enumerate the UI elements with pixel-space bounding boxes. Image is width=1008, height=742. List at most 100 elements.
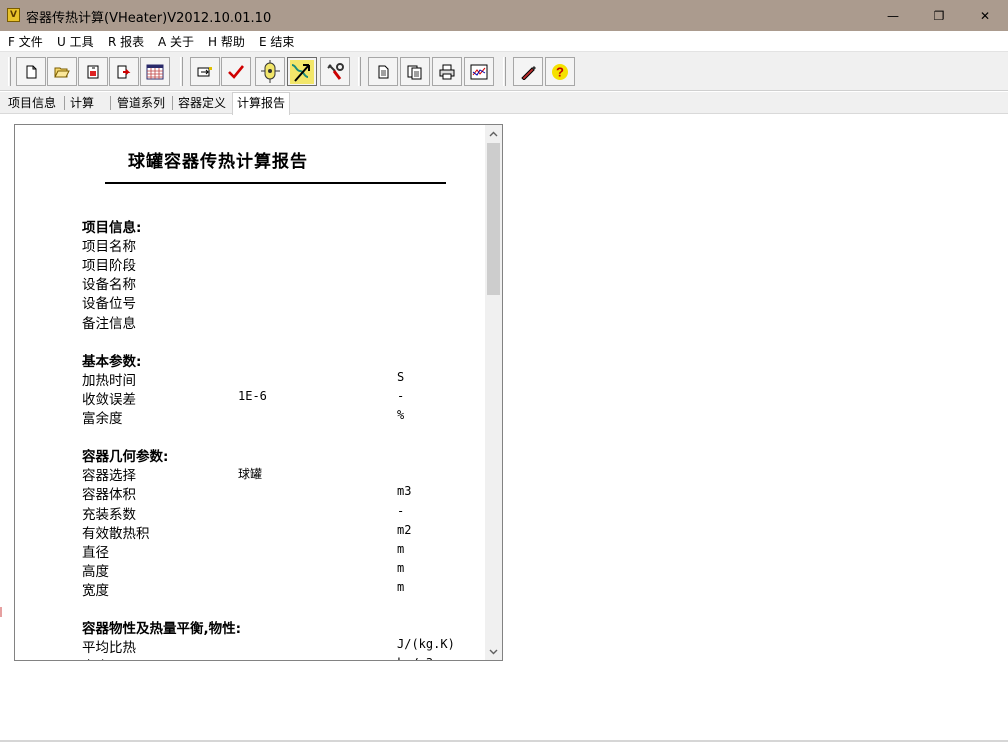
report-row: 备注信息 [15, 312, 485, 332]
menu-bar: F 文件 U 工具 R 报表 A 关于 H 帮助 E 结束 [0, 31, 1008, 51]
open-folder-icon [54, 67, 70, 77]
chart-icon [470, 64, 488, 79]
report-row-label: 平均比热 [82, 640, 136, 657]
save-button[interactable] [78, 57, 108, 86]
vertical-scrollbar[interactable] [485, 125, 502, 660]
document-icon [378, 65, 389, 78]
minimize-button[interactable]: — [870, 0, 916, 31]
report-row: 直径 m [15, 541, 485, 561]
report-row-unit: m [397, 541, 405, 556]
report-row: 设备名称 [15, 273, 485, 294]
report-row-label: 加热时间 [82, 372, 136, 389]
title-bar: V 容器传热计算(VHeater)V2012.10.01.10 — ❐ ✕ [0, 0, 1008, 31]
export-button[interactable] [109, 57, 139, 86]
report-row-label: 容器物性及热量平衡,物性: [82, 621, 242, 638]
report-row-label: 充装系数 [82, 506, 136, 523]
open-file-button[interactable] [47, 57, 77, 86]
report-row-label: 容器选择 [82, 468, 136, 485]
scroll-up-arrow[interactable] [485, 125, 502, 142]
edit-icon [521, 65, 536, 80]
report-row: 有效散热积 m2 [15, 522, 485, 542]
report-row: 平均比热 J/(kg.K) [15, 636, 485, 657]
tab-strip: 项目信息 计算 管道系列 容器定义 计算报告 [0, 92, 1008, 115]
chevron-down-icon [489, 649, 498, 654]
report-row-unit: m3 [397, 484, 412, 499]
report-row-label: 直径 [82, 544, 109, 561]
report-row-label: 收敛误差 [82, 391, 136, 408]
report-row-unit: kg/m3 [397, 656, 433, 660]
report-row-label: 宽度 [82, 582, 109, 599]
calendar-icon [146, 64, 164, 79]
report-row-value: 球罐 [238, 467, 263, 482]
report-row-unit: m [397, 579, 405, 594]
chevron-up-icon [489, 131, 498, 136]
tab-divider [110, 96, 111, 110]
menu-reports[interactable]: R 报表 [108, 33, 144, 50]
report-row-label: 备注信息 [82, 315, 136, 332]
scroll-down-arrow[interactable] [485, 643, 502, 660]
vessel-button[interactable] [255, 57, 285, 86]
check-icon [228, 64, 245, 79]
edit-button[interactable] [513, 57, 543, 86]
report-title: 球罐容器传热计算报告 [128, 152, 308, 172]
settings-button[interactable] [320, 57, 350, 86]
tab-pipe-series[interactable]: 管道系列 [113, 94, 169, 114]
report-row-label: 有效散热积 [82, 525, 150, 542]
report-row: 容器体积 m3 [15, 483, 485, 503]
title-underline [105, 182, 446, 184]
menu-help[interactable]: H 帮助 [208, 33, 245, 50]
tab-divider [64, 96, 65, 110]
report-section-heading: 容器物性及热量平衡,物性: [15, 617, 485, 638]
export-icon [117, 65, 131, 78]
report-row: 密度 kg/m3 [15, 655, 485, 660]
report-row-label: 密度 [82, 655, 109, 660]
report-row: 高度 m [15, 560, 485, 580]
scroll-thumb[interactable] [487, 143, 500, 295]
close-button[interactable]: ✕ [962, 0, 1008, 31]
new-file-button[interactable] [16, 57, 46, 86]
app-icon[interactable]: V [7, 8, 20, 22]
help-icon: ? [552, 63, 568, 80]
maximize-button[interactable]: ❐ [916, 0, 962, 31]
check-button[interactable] [221, 57, 251, 86]
toolbar-separator [358, 57, 361, 86]
report-row-label: 富余度 [82, 411, 123, 427]
help-button[interactable]: ? [545, 57, 575, 86]
report-row-unit: - [397, 388, 405, 403]
report-row: 设备位号 [15, 292, 485, 312]
report-viewer[interactable]: 球罐容器传热计算报告 项目信息: 项目名称 项目阶段 设备名称 设备位号 备注信息 基本参数… [14, 124, 503, 661]
settings-icon [327, 62, 344, 80]
heat-transfer-icon [290, 59, 314, 84]
tab-calculation-report[interactable]: 计算报告 [232, 92, 291, 115]
copy-icon [407, 65, 422, 79]
report-section-heading: 基本参数: [15, 350, 485, 370]
report-row-label: 容器几何参数: [82, 449, 169, 466]
print-button[interactable] [432, 57, 462, 86]
report-row-label: 设备名称 [82, 277, 136, 294]
document-button[interactable] [368, 57, 398, 86]
calendar-button[interactable] [140, 57, 170, 86]
toolbar-separator [180, 57, 183, 86]
copy-button[interactable] [400, 57, 430, 86]
report-row-unit: m [397, 560, 405, 575]
tab-project-info[interactable]: 项目信息 [4, 94, 60, 114]
report-row-unit: m2 [397, 522, 412, 537]
heat-transfer-button[interactable] [287, 57, 317, 86]
tab-calculation[interactable]: 计算 [66, 94, 98, 114]
report-row-unit: - [397, 503, 405, 518]
menu-file[interactable]: F 文件 [8, 33, 43, 50]
print-icon [439, 64, 455, 79]
menu-tools[interactable]: U 工具 [57, 33, 94, 50]
vessel-icon [261, 59, 280, 83]
report-row: 充装系数 - [15, 503, 485, 523]
report-row-unit: J/(kg.K) [397, 637, 455, 652]
report-row: 宽度 m [15, 579, 485, 599]
tab-vessel-definition[interactable]: 容器定义 [174, 94, 230, 114]
report-row: 收敛误差 1E-6 - [15, 388, 485, 408]
run-button[interactable] [190, 57, 220, 86]
save-icon [87, 65, 99, 78]
menu-exit[interactable]: E 结束 [259, 33, 294, 50]
menu-about[interactable]: A 关于 [158, 33, 194, 50]
chart-button[interactable] [464, 57, 494, 86]
edge-mark [0, 607, 2, 617]
